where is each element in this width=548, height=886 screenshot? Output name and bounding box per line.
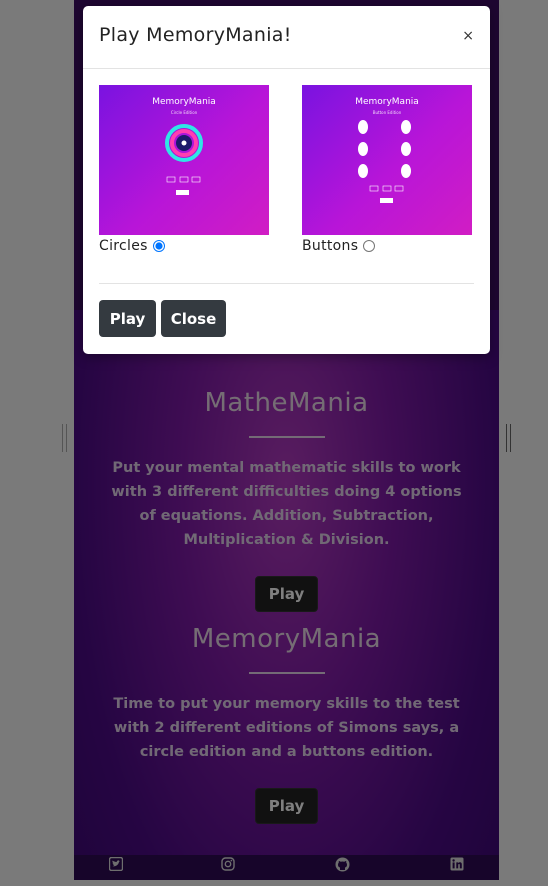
- circles-option: MemoryMania Circle Edition Circles: [99, 85, 269, 254]
- modal-title: Play MemoryMania!: [99, 24, 292, 46]
- buttons-radio[interactable]: [363, 240, 376, 252]
- buttons-preview-image: MemoryMania Button Edition: [302, 85, 472, 235]
- buttons-graphic: [358, 120, 411, 203]
- circles-label-text: Circles: [99, 238, 148, 254]
- circles-radio-label[interactable]: Circles: [99, 238, 269, 254]
- circles-radio[interactable]: [152, 240, 165, 252]
- circles-preview-image: MemoryMania Circle Edition: [99, 85, 269, 235]
- buttons-label-text: Buttons: [302, 238, 359, 254]
- modal-play-button[interactable]: Play: [99, 300, 156, 337]
- buttons-radio-label[interactable]: Buttons: [302, 238, 472, 254]
- modal-header: Play MemoryMania! ×: [83, 6, 490, 69]
- modal-close-button[interactable]: Close: [161, 300, 226, 337]
- modal-footer-divider: [99, 283, 474, 284]
- close-icon[interactable]: ×: [462, 28, 474, 44]
- buttons-option: MemoryMania Button Edition Buttons: [302, 85, 472, 254]
- play-memorymania-modal: Play MemoryMania! × MemoryMania Circle E…: [83, 6, 490, 354]
- edition-options: MemoryMania Circle Edition Circles Memor…: [99, 85, 474, 275]
- circles-graphic: [165, 124, 203, 195]
